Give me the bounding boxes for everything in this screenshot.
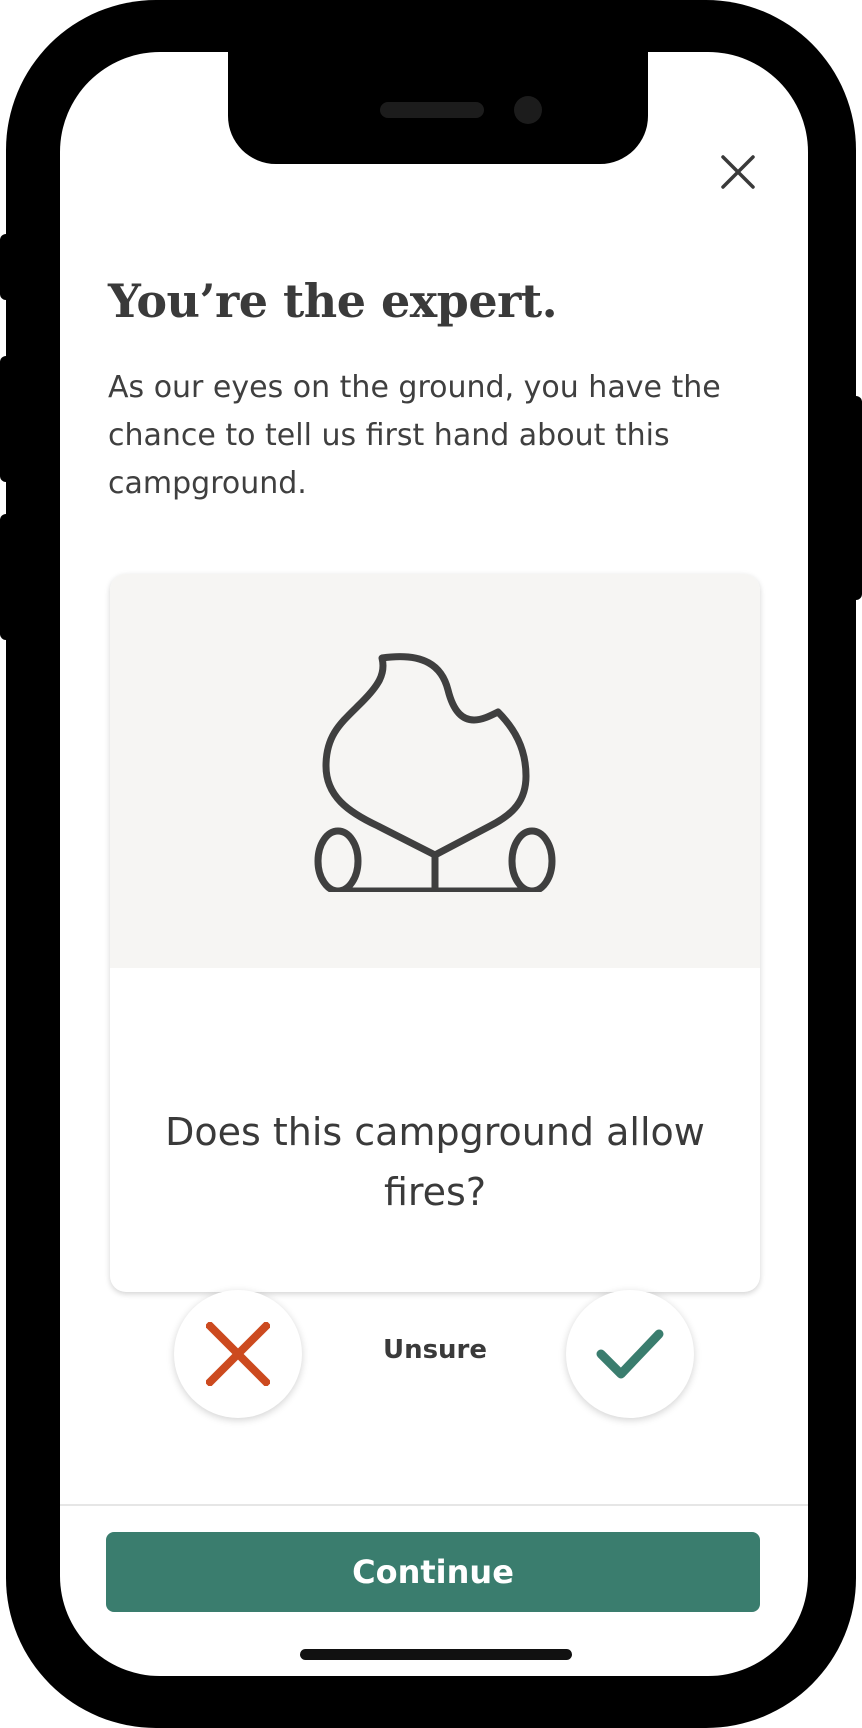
power-button bbox=[848, 396, 862, 600]
page-title: You’re the expert. bbox=[108, 274, 558, 328]
device-notch bbox=[228, 52, 648, 164]
intro-text: As our eyes on the ground, you have the … bbox=[108, 370, 721, 501]
close-icon bbox=[721, 155, 755, 189]
answer-no-button[interactable] bbox=[174, 1290, 302, 1418]
mute-switch bbox=[0, 234, 14, 300]
answer-unsure-button[interactable]: Unsure bbox=[320, 1335, 550, 1365]
campfire-icon bbox=[314, 653, 556, 892]
close-button[interactable] bbox=[714, 148, 762, 196]
phone-frame: You’re the expert. As our eyes on the gr… bbox=[6, 0, 856, 1728]
app-screen: You’re the expert. As our eyes on the gr… bbox=[60, 52, 808, 1676]
checkmark-icon bbox=[596, 1329, 664, 1379]
volume-up-button bbox=[0, 356, 14, 482]
home-indicator bbox=[300, 1649, 572, 1660]
question-card: Does this campground allow fires? bbox=[110, 574, 760, 1292]
footer-divider bbox=[60, 1504, 808, 1506]
front-camera bbox=[514, 96, 542, 124]
x-icon bbox=[206, 1322, 270, 1386]
question-text: Does this campground allow fires? bbox=[165, 1110, 705, 1214]
card-illustration bbox=[110, 574, 760, 968]
continue-button[interactable]: Continue bbox=[106, 1532, 760, 1612]
answer-yes-button[interactable] bbox=[566, 1290, 694, 1418]
speaker-grille bbox=[380, 102, 484, 118]
volume-down-button bbox=[0, 514, 14, 640]
